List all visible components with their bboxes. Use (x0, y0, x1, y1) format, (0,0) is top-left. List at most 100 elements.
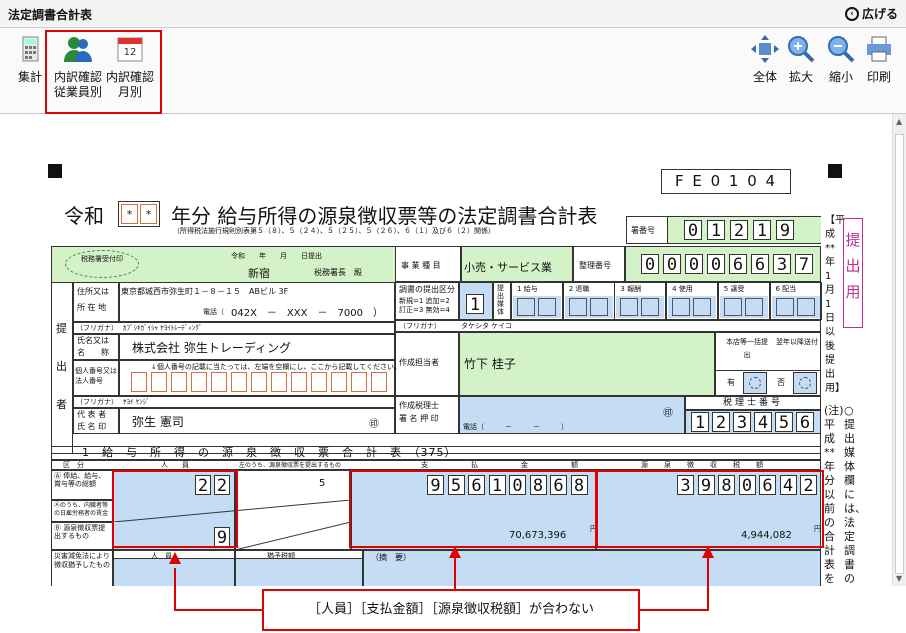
office-digit: 9 (776, 220, 794, 241)
kubun-value[interactable]: 1 (466, 294, 484, 315)
media-cell (796, 298, 815, 316)
year-field[interactable]: * * (118, 201, 160, 227)
creator-value: 竹下 桂子 (464, 357, 516, 371)
addr-label-2: 所 在 地 (77, 303, 107, 312)
seal-circle: 税務署受付印 (65, 250, 139, 278)
callout-box: ［人員］［支払金額］［源泉徴収税額］が合わない (262, 589, 640, 631)
media-col-label: 6 配当 (775, 285, 797, 293)
zoom-in-button[interactable]: 拡大 (786, 34, 816, 85)
ref-digit: 0 (663, 254, 681, 275)
date-row: 令和 年 月 日提出 (231, 252, 322, 260)
business-value: 小売・サービス業 (464, 261, 552, 274)
expand-button[interactable]: ‹ 広げる (844, 5, 898, 22)
chosho-label: 調書の提出区分 (399, 285, 455, 294)
ref-digit: 0 (685, 254, 703, 275)
hidden-a: 5 (319, 478, 326, 489)
tax-label-2: 署 名 押 印 (399, 414, 439, 423)
tax-highlight (596, 470, 824, 548)
office-digit: 2 (730, 220, 748, 241)
kojin-cell (191, 372, 207, 392)
teishutsu-char: 提 (845, 231, 861, 249)
all-label: 全体 (752, 70, 777, 84)
no-checkbox[interactable] (793, 372, 817, 394)
furigana-label: （フリガナ） (76, 398, 118, 406)
media-cell (744, 298, 763, 316)
teishutsusha-label: 提出者 (56, 322, 67, 411)
corner-mark (828, 164, 842, 178)
chevron-left-icon: ‹ (844, 6, 859, 21)
media-cell (672, 298, 691, 316)
tel-value: 042X － XXX － 7000 ） (231, 308, 383, 319)
media-col-label: 4 使用 (672, 285, 693, 293)
kojin-cell (351, 372, 367, 392)
year-digit: * (121, 204, 138, 224)
company-value: 株式会社 弥生トレーディング (132, 341, 291, 355)
kojin-cell (211, 372, 227, 392)
tel-label: 電話（ (203, 308, 224, 316)
kojin-cell (271, 372, 287, 392)
form-subtitle: （所得税法施行規則別表第５（８）、５（２４）、５（２５）、５（２６）、６（１）及… (173, 227, 495, 235)
kojin-cell (311, 372, 327, 392)
rep-label-1: 代 表 者 (77, 410, 107, 419)
tax-no-digit: 3 (733, 412, 751, 433)
prev-label: 翌年以降送付 (776, 338, 818, 346)
scroll-thumb[interactable] (895, 134, 904, 574)
form-title: 年分 給与所得の源泉徴収票等の法定調書合計表 (171, 204, 598, 228)
tel2-label: 電話（ － － ） (463, 423, 568, 431)
zoom-out-button[interactable]: 縮小 (826, 34, 856, 85)
kojin-cell (151, 372, 167, 392)
zout-label: 縮小 (828, 70, 853, 84)
toolbar-highlight (45, 30, 162, 114)
col-pay: 支 払 金 額 (421, 461, 596, 469)
media-cell (775, 298, 794, 316)
company-kana: ｶﾌﾞｼｷｶﾞｲｼｬ ﾔﾖｲﾄﾚｰﾃﾞｨﾝｸﾞ (123, 324, 203, 332)
kojin-cell (291, 372, 307, 392)
print-button[interactable]: 印刷 (864, 34, 894, 85)
tax-no-digit: 5 (775, 412, 793, 433)
creator-kana: タケシタ ケイコ (461, 322, 513, 330)
sum-label: 集計 (17, 70, 42, 84)
tax-label-1: 作成税理士 (399, 401, 439, 410)
scroll-up-icon[interactable]: ▲ (896, 117, 902, 126)
print-label: 印刷 (866, 70, 891, 84)
vertical-scrollbar[interactable]: ▲ ▼ (892, 114, 906, 586)
address-value: 東京都城西市弥生町１－８－１５ ABビル 3F (121, 287, 289, 296)
business-label: 事 業 種 目 (401, 261, 441, 270)
yes-checkbox[interactable] (743, 372, 767, 394)
media-cell (693, 298, 712, 316)
kojin-note: ↓個人番号の記載に当たっては、左端を空欄にし、ここから記載してください。 (151, 363, 401, 371)
seal-mark: ㊞ (663, 408, 673, 419)
tax-no-label: 税理士番号 (685, 396, 821, 410)
media-col-label: 5 譲受 (723, 285, 745, 293)
media-col-label: 1 給与 (517, 285, 538, 293)
tax-no-digit: 1 (691, 412, 709, 433)
name-label-1: 氏名又は (77, 336, 109, 345)
col-tax: 源泉徴収税額 (641, 461, 779, 469)
ref-digit: 7 (795, 254, 813, 275)
ref-digit: 3 (773, 254, 791, 275)
rep-label-2: 氏 名 印 (77, 422, 107, 431)
media-cell (641, 298, 660, 316)
row-b-label: Ⓑ 源泉徴収票提出するもの (54, 524, 106, 540)
media-cell (538, 298, 556, 316)
honten-label: 本店等一括提出 (726, 338, 768, 359)
fit-all-button[interactable]: 全体 (750, 34, 780, 85)
title-bar: 法定調書合計表 ‹ 広げる (0, 0, 906, 28)
teishutsu-char: 用 (845, 283, 861, 301)
people-highlight (112, 470, 238, 548)
col-hidden: 左のうち、源泉徴収票を提出するもの (239, 462, 342, 469)
sum-button[interactable]: 集計 (14, 34, 46, 85)
kojin-cell (331, 372, 347, 392)
ref-digit: 0 (707, 254, 725, 275)
media-cell (723, 298, 742, 316)
kojin-label: 個人番号又は法人番号 (75, 367, 117, 385)
media-cell (517, 298, 535, 316)
form-code: F E 0 1 0 4 (661, 169, 791, 194)
creator-label: 作成担当者 (399, 358, 439, 367)
zoom-out-icon (828, 36, 855, 63)
zoom-in-icon (788, 36, 815, 63)
calculator-icon (22, 36, 39, 62)
teishutsu-box: 提 出 用 (843, 218, 863, 328)
addr-label-1: 住所又は (77, 287, 109, 296)
tax-no-digit: 2 (712, 412, 730, 433)
